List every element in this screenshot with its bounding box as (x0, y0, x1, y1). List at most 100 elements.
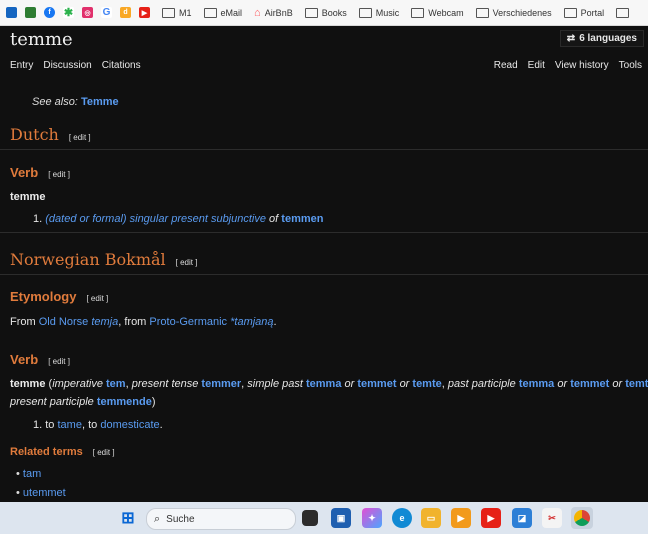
def-number: 1. (33, 213, 43, 225)
tab-read[interactable]: Read (494, 60, 518, 71)
to-text: to (45, 419, 55, 431)
languages-label: 6 languages (579, 33, 637, 44)
form-link[interactable]: temmet (357, 378, 396, 390)
form-link[interactable]: temt (625, 378, 648, 390)
bookmark-airbnb[interactable]: ⌂ AirBnB (254, 7, 293, 19)
form-link[interactable]: temmer (201, 378, 241, 390)
bookmark-folder-music[interactable]: Music (358, 7, 400, 18)
form-label: past participle (447, 378, 516, 390)
bookmark-folder-email[interactable]: eMail (203, 7, 242, 18)
folder-icon (563, 7, 577, 18)
app-icon[interactable] (6, 7, 17, 18)
edit-link[interactable]: [ edit ] (48, 357, 70, 366)
or-text: or (612, 378, 623, 390)
youtube-icon[interactable]: ▶ (481, 508, 501, 528)
dutch-headword: temme (10, 191, 45, 203)
form-link[interactable]: temmet (570, 378, 609, 390)
edit-link[interactable]: [ edit ] (93, 448, 115, 457)
heading-etymology: Etymology [ edit ] (10, 289, 108, 304)
youtube-icon[interactable]: ▶ (139, 7, 150, 18)
edge-icon[interactable]: e (392, 508, 412, 528)
temja-link[interactable]: temja (91, 316, 118, 328)
form-label: imperative (52, 378, 103, 390)
domesticate-link[interactable]: domesticate (100, 419, 159, 431)
facebook-icon[interactable]: f (44, 7, 55, 18)
tab-entry[interactable]: Entry (10, 60, 33, 71)
copilot-icon[interactable]: ✦ (362, 508, 382, 528)
media-player-icon[interactable]: ▶ (451, 508, 471, 528)
heading-dutch-verb: Verb [ edit ] (10, 165, 70, 180)
page-actions: Read Edit View history Tools (494, 60, 642, 71)
or-text: or (399, 378, 410, 390)
instagram-icon[interactable]: ◎ (82, 7, 93, 18)
tame-link[interactable]: tame (58, 419, 82, 431)
edit-link[interactable]: [ edit ] (69, 133, 91, 142)
proto-germanic-link[interactable]: Proto-Germanic (149, 316, 227, 328)
folder-icon[interactable] (616, 7, 630, 18)
form-label: present participle (10, 396, 94, 408)
of-text: of (269, 213, 279, 225)
form-label: simple past (247, 378, 303, 390)
form-link[interactable]: tem (106, 378, 126, 390)
etym-from: From (10, 316, 36, 328)
form-link[interactable]: temmende (97, 396, 152, 408)
section-title: Related terms (10, 446, 83, 458)
tab-discussion[interactable]: Discussion (43, 60, 91, 71)
search-placeholder: Suche (166, 513, 195, 525)
folder-icon (162, 7, 175, 18)
bookmark-folder-verschiedenes[interactable]: Verschiedenes (475, 7, 552, 18)
bookmark-folder-books[interactable]: Books (304, 7, 347, 18)
tab-tools[interactable]: Tools (619, 60, 642, 71)
bookmarks-bar: f ✱ ◎ G d ▶ M1 eMail ⌂ AirBnB Books Music… (0, 0, 648, 26)
related-link-tam[interactable]: tam (23, 468, 41, 480)
form-link[interactable]: temma (306, 378, 341, 390)
photos-icon[interactable]: ◪ (512, 508, 532, 528)
d-app-icon[interactable]: d (120, 7, 131, 18)
google-icon[interactable]: G (101, 7, 112, 18)
explorer-icon[interactable]: ▭ (421, 508, 441, 528)
target-link[interactable]: temmen (281, 213, 323, 225)
start-icon[interactable]: ⊞ (118, 508, 138, 528)
page-tabs: Entry Discussion Citations (10, 60, 141, 71)
store-icon[interactable]: ▣ (331, 508, 351, 528)
or-text: or (557, 378, 568, 390)
tab-citations[interactable]: Citations (102, 60, 141, 71)
bookmark-label: M1 (179, 7, 192, 18)
edit-link[interactable]: [ edit ] (86, 294, 108, 303)
languages-button[interactable]: ⇄ 6 languages (559, 30, 644, 47)
list-item: • utemmet (16, 487, 66, 499)
norwegian-definition: 1. to tame, to domesticate. (33, 419, 163, 431)
edit-link[interactable]: [ edit ] (48, 170, 70, 179)
definition-link[interactable]: singular present subjunctive (130, 213, 266, 225)
section-title: Etymology (10, 289, 77, 304)
bullet-icon: • (16, 487, 20, 499)
bookmark-folder-webcam[interactable]: Webcam (411, 7, 464, 18)
heading-norwegian-verb: Verb [ edit ] (10, 352, 70, 367)
chrome-icon[interactable] (571, 507, 593, 529)
related-link-utemmet[interactable]: utemmet (23, 487, 66, 499)
asterisk-icon[interactable]: ✱ (63, 7, 74, 19)
old-norse-link[interactable]: Old Norse (39, 316, 89, 328)
dutch-definition: 1. (dated or formal) singular present su… (33, 213, 323, 225)
see-also-link[interactable]: Temme (81, 96, 119, 108)
snipping-tool-icon[interactable]: ✂ (542, 508, 562, 528)
tab-edit[interactable]: Edit (528, 60, 545, 71)
headword: temme (10, 191, 46, 203)
tab-view-history[interactable]: View history (555, 60, 609, 71)
qr-icon[interactable] (25, 7, 36, 18)
bookmark-folder-portal[interactable]: Portal (563, 7, 605, 18)
qualifier-link[interactable]: (dated or formal) (45, 213, 126, 225)
bookmark-label: Portal (580, 7, 605, 18)
form-link[interactable]: temte (412, 378, 441, 390)
form-link[interactable]: temma (519, 378, 554, 390)
taskbar-search[interactable]: ⌕ Suche (146, 508, 296, 530)
edit-link[interactable]: [ edit ] (176, 258, 198, 267)
section-title: Verb (10, 352, 39, 367)
def-number: 1. (33, 419, 43, 431)
task-view-icon[interactable] (302, 510, 318, 526)
inflection-line-2: present participle temmende) (10, 396, 156, 408)
tamjana-link[interactable]: *tamjaną (230, 316, 273, 328)
bookmark-folder-m1[interactable]: M1 (162, 7, 192, 18)
bookmark-label: Music (375, 7, 400, 18)
section-title: Verb (10, 165, 39, 180)
